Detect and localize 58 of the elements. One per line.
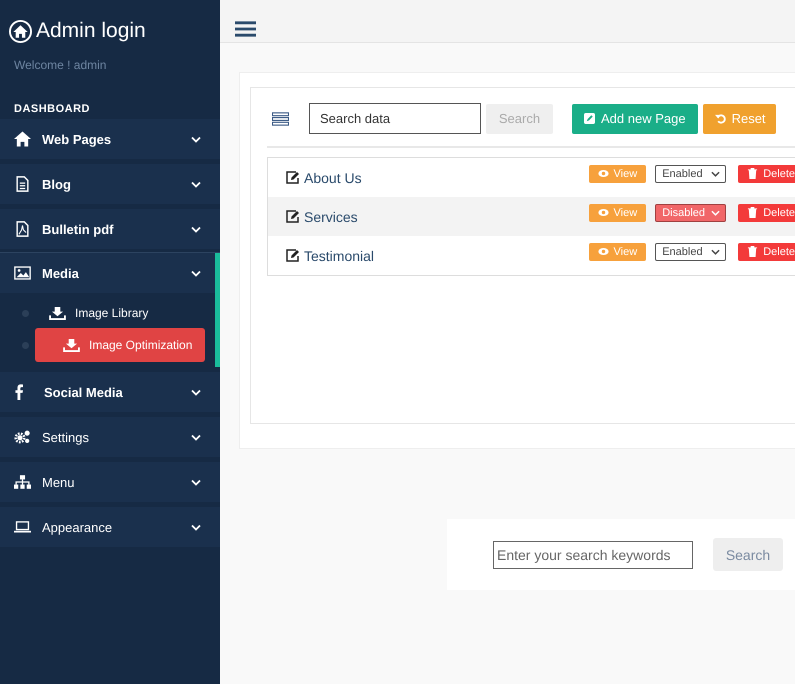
facebook-icon	[14, 384, 24, 400]
search-field[interactable]: Search data	[309, 103, 481, 134]
eye-icon	[598, 207, 609, 218]
chevron-down-icon	[191, 136, 201, 142]
download-icon	[63, 338, 80, 352]
sidebar-item[interactable]: Appearance	[0, 507, 220, 547]
delete-button[interactable]: Delete	[738, 164, 795, 182]
submenu-item[interactable]: Image Optimization	[35, 328, 205, 362]
undo-icon	[714, 113, 726, 124]
sidebar-item[interactable]: Menu	[0, 462, 220, 502]
trash-icon	[747, 168, 758, 179]
gears-icon	[14, 429, 31, 445]
sidebar-item[interactable]: Web Pages	[0, 119, 220, 159]
chevron-down-icon	[191, 226, 201, 232]
chevron-down-icon	[191, 388, 201, 396]
eye-icon	[598, 246, 609, 257]
keyword-search-field[interactable]: Enter your search keywords	[493, 540, 693, 568]
chevron-down-icon	[191, 270, 201, 276]
chevron-down-icon	[191, 524, 201, 530]
sidebar-item[interactable]: Blog	[0, 164, 220, 204]
page-title-link[interactable]: Services	[304, 208, 358, 224]
edit-icon	[286, 210, 300, 223]
chevron-down-icon	[711, 170, 720, 176]
laptop-icon	[14, 519, 31, 535]
chevron-down-icon	[711, 210, 720, 216]
trash-icon	[747, 207, 758, 218]
welcome-text: Welcome ! admin	[13, 57, 108, 72]
sidebar-item[interactable]: Bulletin pdf	[0, 209, 220, 249]
sidebar-item[interactable]: Social Media	[0, 372, 220, 412]
edit-icon	[286, 171, 300, 184]
download-icon	[49, 306, 66, 320]
home-icon	[14, 131, 31, 147]
submenu-item[interactable]: Image Library	[39, 298, 205, 328]
chevron-down-icon	[191, 478, 201, 486]
sidebar-item[interactable]: Media	[0, 253, 220, 293]
document-icon	[14, 176, 31, 192]
pdf-icon	[14, 221, 31, 237]
edit-icon	[286, 249, 300, 262]
trash-icon	[747, 246, 758, 257]
delete-button[interactable]: Delete	[738, 242, 795, 260]
status-dropdown[interactable]: Enabled	[655, 164, 726, 182]
sidebar-item[interactable]: Settings	[0, 417, 220, 457]
chevron-down-icon	[191, 180, 201, 188]
delete-button[interactable]: Delete	[738, 204, 795, 222]
page-title-link[interactable]: About Us	[304, 170, 362, 186]
sitemap-icon	[14, 474, 31, 490]
chevron-down-icon	[711, 248, 720, 254]
edit-icon	[584, 113, 595, 124]
home-icon	[9, 20, 32, 42]
section-heading: DASHBOARD	[13, 102, 91, 117]
chevron-down-icon	[191, 434, 201, 440]
server-icon	[272, 112, 289, 126]
eye-icon	[598, 168, 609, 179]
page-title-link[interactable]: Testimonial	[304, 248, 374, 264]
menu-icon[interactable]	[235, 21, 256, 37]
app-title: Admin login	[36, 19, 146, 43]
image-icon	[14, 265, 31, 281]
status-dropdown[interactable]: Enabled	[655, 242, 726, 260]
